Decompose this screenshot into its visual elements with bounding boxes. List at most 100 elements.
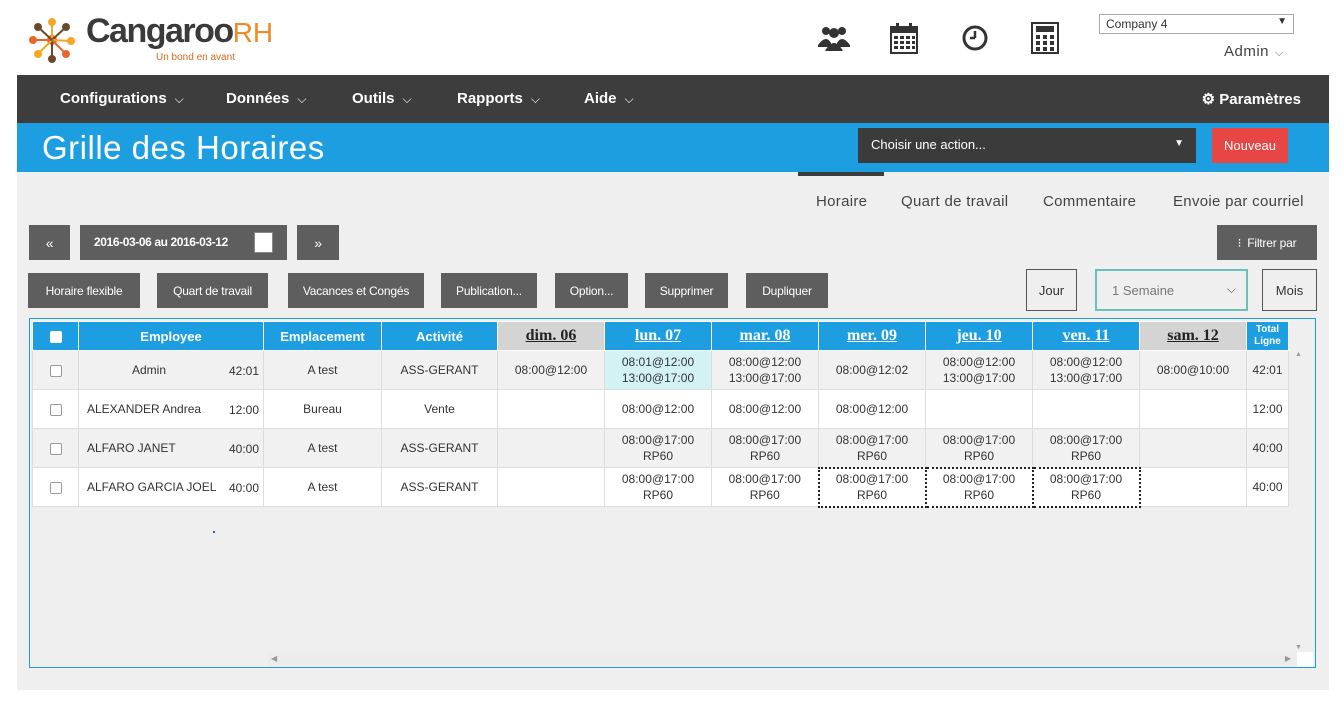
tab-horaire[interactable]: Horaire (816, 193, 867, 210)
table-row[interactable]: ALFARO GARCIA JOEL 40:00 A test ASS-GERANT 0… (32, 466, 1289, 508)
location-cell[interactable]: A test (263, 428, 382, 468)
duplicate-button[interactable]: Dupliquer (746, 273, 828, 308)
nav-aide[interactable]: Aide ⌵ (584, 90, 634, 107)
shift-cell-tue[interactable]: 08:00@12:00 13:00@17:00 (711, 350, 819, 390)
shift-cell-tue[interactable]: 08:00@17:00 RP60 (711, 428, 819, 468)
table-row[interactable]: ALFARO JANET 40:00 A test ASS-GERANT 08:00@1… (32, 428, 1289, 468)
nav-configurations[interactable]: Configurations ⌵ (60, 90, 184, 107)
shift-cell-fri[interactable]: 08:00@12:00 13:00@17:00 (1032, 350, 1140, 390)
shift-cell-wed[interactable]: 08:00@17:00 RP60 (817, 466, 927, 508)
user-menu[interactable]: Admin ⌵ (1224, 43, 1284, 60)
calendar-icon[interactable] (254, 232, 273, 253)
activity-cell[interactable]: ASS-GERANT (381, 467, 498, 507)
nav-donnees[interactable]: Données ⌵ (226, 90, 306, 107)
shift-cell-sat[interactable] (1139, 428, 1247, 468)
prev-week-button[interactable]: « (29, 225, 70, 260)
tab-quart-de-travail[interactable]: Quart de travail (901, 193, 1008, 210)
col-day-sun[interactable]: dim. 06 (497, 321, 605, 351)
shift-cell-thu[interactable]: 08:00@17:00 RP60 (925, 428, 1033, 468)
shift-cell-thu[interactable]: 08:00@17:00 RP60 (924, 466, 1034, 508)
month-view-button[interactable]: Mois (1262, 269, 1317, 311)
calculator-icon[interactable] (1027, 20, 1063, 56)
col-location[interactable]: Emplacement (263, 321, 382, 351)
shift-cell-mon[interactable]: 08:00@12:00 (604, 389, 712, 429)
shift-cell-sun[interactable] (497, 389, 605, 429)
delete-button[interactable]: Supprimer (645, 273, 728, 308)
shift-cell-tue[interactable]: 08:00@12:00 (711, 389, 819, 429)
scroll-down-icon[interactable]: ▼ (1295, 644, 1302, 651)
employee-cell[interactable]: ALFARO JANET 40:00 (78, 428, 264, 468)
shift-cell-mon[interactable]: 08:00@17:00 RP60 (604, 428, 712, 468)
tab-envoie-par-courriel[interactable]: Envoie par courriel (1173, 193, 1304, 210)
clock-icon[interactable] (957, 20, 993, 56)
col-day-mon[interactable]: lun. 07 (604, 321, 712, 351)
action-select[interactable]: Choisir une action... ▼ (858, 128, 1196, 163)
row-checkbox[interactable] (49, 481, 62, 494)
table-row[interactable]: Admin 42:01 A test ASS-GERANT 08:00@12:00 08:… (32, 350, 1289, 390)
users-icon[interactable] (816, 20, 852, 56)
filter-button[interactable]: ⁝ Filtrer par (1217, 225, 1317, 260)
activity-cell[interactable]: ASS-GERANT (381, 428, 498, 468)
shift-cell-mon[interactable]: 08:00@17:00 RP60 (604, 467, 712, 507)
activity-cell[interactable]: Vente (381, 389, 498, 429)
nav-parametres[interactable]: ⚙ Paramètres (1202, 90, 1301, 108)
calendar-icon[interactable] (886, 20, 922, 56)
location-cell[interactable]: Bureau (263, 389, 382, 429)
option-button[interactable]: Option... (555, 273, 628, 308)
col-day-thu[interactable]: jeu. 10 (925, 321, 1033, 351)
company-select[interactable]: Company 4 ▼ (1099, 14, 1294, 34)
shift-cell-sat[interactable] (1139, 389, 1247, 429)
col-activity[interactable]: Activité (381, 321, 498, 351)
row-checkbox[interactable] (49, 403, 62, 416)
shift-cell-tue[interactable]: 08:00@17:00 RP60 (711, 467, 819, 507)
next-week-button[interactable]: » (297, 225, 339, 260)
shift-cell-sat[interactable]: 08:00@10:00 (1139, 350, 1247, 390)
shift-cell-mon[interactable]: 08:01@12:00 13:00@17:00 (604, 350, 712, 390)
shift-cell-thu[interactable]: 08:00@12:00 13:00@17:00 (925, 350, 1033, 390)
shift-cell-sun[interactable] (497, 467, 605, 507)
activity-cell[interactable]: ASS-GERANT (381, 350, 498, 390)
row-select-cell[interactable] (32, 389, 79, 429)
shift-cell-thu[interactable] (925, 389, 1033, 429)
shift-cell-fri[interactable]: 08:00@17:00 RP60 (1032, 428, 1140, 468)
row-select-cell[interactable] (32, 350, 79, 390)
shift-cell-fri[interactable]: 08:00@17:00 RP60 (1031, 466, 1141, 508)
row-select-cell[interactable] (32, 428, 79, 468)
row-checkbox[interactable] (49, 442, 62, 455)
vertical-scrollbar[interactable]: ▲ ▼ (1291, 351, 1307, 651)
col-day-tue[interactable]: mar. 08 (711, 321, 819, 351)
week-range-select[interactable]: 1 Semaine ⌵ (1095, 269, 1248, 311)
vacation-leave-button[interactable]: Vacances et Congés (288, 273, 424, 308)
employee-cell[interactable]: Admin 42:01 (78, 350, 264, 390)
shift-cell-fri[interactable] (1032, 389, 1140, 429)
shift-cell-wed[interactable]: 08:00@17:00 RP60 (818, 428, 926, 468)
nav-outils[interactable]: Outils ⌵ (352, 90, 412, 107)
select-all-checkbox[interactable] (49, 331, 62, 344)
tab-commentaire[interactable]: Commentaire (1043, 193, 1136, 210)
flexible-schedule-button[interactable]: Horaire flexible (28, 273, 140, 308)
col-day-sat[interactable]: sam. 12 (1139, 321, 1247, 351)
select-all-cell[interactable] (32, 321, 79, 351)
location-cell[interactable]: A test (263, 350, 382, 390)
employee-cell[interactable]: ALFARO GARCIA JOEL 40:00 (78, 467, 264, 507)
row-checkbox[interactable] (49, 364, 62, 377)
shift-cell-wed[interactable]: 08:00@12:00 (818, 389, 926, 429)
brand-logo[interactable]: CangarooRH Un bond en avant (26, 12, 273, 68)
shift-cell-sun[interactable] (497, 428, 605, 468)
scroll-left-icon[interactable]: ◀ (271, 654, 277, 663)
scroll-up-icon[interactable]: ▲ (1295, 351, 1302, 358)
col-day-fri[interactable]: ven. 11 (1032, 321, 1140, 351)
day-view-button[interactable]: Jour (1026, 269, 1077, 311)
nav-rapports[interactable]: Rapports ⌵ (457, 90, 540, 107)
scroll-right-icon[interactable]: ▶ (1285, 654, 1291, 663)
location-cell[interactable]: A test (263, 467, 382, 507)
employee-cell[interactable]: ALEXANDER Andrea 12:00 (78, 389, 264, 429)
shift-cell-wed[interactable]: 08:00@12:02 (818, 350, 926, 390)
col-employee[interactable]: Employee (78, 321, 264, 351)
date-range-picker[interactable]: 2016-03-06 au 2016-03-12 (80, 225, 287, 260)
row-select-cell[interactable] (32, 467, 79, 507)
horizontal-scrollbar[interactable]: ◀ ▶ (268, 652, 1313, 667)
col-day-wed[interactable]: mer. 09 (818, 321, 926, 351)
new-button[interactable]: Nouveau (1212, 128, 1288, 163)
shift-cell-sun[interactable]: 08:00@12:00 (497, 350, 605, 390)
